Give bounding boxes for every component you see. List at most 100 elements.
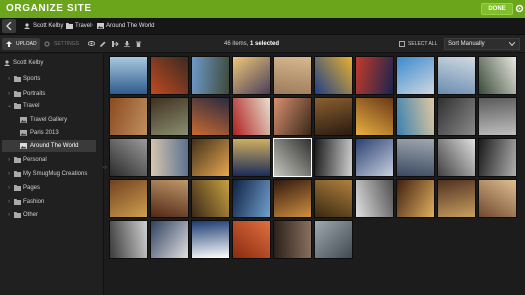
gallery-icon (20, 130, 27, 136)
photo-thumbnail[interactable] (437, 56, 476, 95)
photo-thumbnail[interactable] (232, 220, 271, 259)
sidebar-item-root[interactable]: Scott Kelby (0, 57, 103, 69)
photo-thumbnail[interactable] (355, 97, 394, 136)
folder-icon (14, 76, 21, 82)
photo-thumbnail[interactable] (232, 179, 271, 218)
photo-thumbnail[interactable] (314, 220, 353, 259)
photo-thumbnail[interactable] (150, 97, 189, 136)
photo-thumbnail[interactable] (273, 56, 312, 95)
photo-thumbnail[interactable] (478, 179, 517, 218)
photo-thumbnail[interactable] (191, 179, 230, 218)
item-count: 46 items, 1 selected (224, 41, 279, 47)
photo-thumbnail[interactable] (232, 56, 271, 95)
sidebar-item-label: Sports (23, 76, 41, 82)
photo-thumbnail[interactable] (191, 220, 230, 259)
sidebar-item-other[interactable]: › Other (0, 209, 103, 221)
move-icon[interactable] (112, 41, 119, 47)
photo-thumbnail[interactable] (273, 220, 312, 259)
checkbox-icon (399, 41, 405, 47)
breadcrumb-item-travel[interactable]: Travel (75, 23, 91, 29)
done-button[interactable]: DONE (481, 3, 513, 15)
photo-thumbnail[interactable] (396, 138, 435, 177)
photo-thumbnail[interactable] (109, 179, 148, 218)
chevron-right-icon: › (8, 76, 10, 82)
breadcrumb-item-root[interactable]: Scott Kelby (33, 23, 63, 29)
sort-dropdown[interactable]: Sort Manually (444, 38, 520, 50)
photo-thumbnail[interactable] (437, 138, 476, 177)
gear-icon[interactable] (515, 4, 524, 13)
sidebar-item-fashion[interactable]: › Fashion (0, 196, 103, 208)
photo-thumbnail[interactable] (314, 179, 353, 218)
chevron-right-icon: › (8, 199, 10, 205)
photo-thumbnail[interactable] (478, 97, 517, 136)
edit-icon[interactable] (100, 41, 106, 47)
photo-thumbnail[interactable] (109, 97, 148, 136)
sidebar-item-travel-gallery[interactable]: Travel Gallery (0, 114, 103, 126)
sidebar-item-portraits[interactable]: › Portraits (0, 88, 103, 100)
photo-thumbnail[interactable] (396, 97, 435, 136)
sidebar-item-label: Fashion (23, 199, 45, 205)
photo-grid (107, 54, 525, 295)
sidebar-item-my-smugmug-creations[interactable]: › My SmugMug Creations (0, 168, 103, 180)
photo-thumbnail[interactable] (478, 138, 517, 177)
photo-thumbnail[interactable] (314, 97, 353, 136)
sidebar-item-pages[interactable]: › Pages (0, 182, 103, 194)
sidebar-item-personal[interactable]: › Personal (0, 154, 103, 166)
photo-thumbnail[interactable] (437, 97, 476, 136)
gallery-icon (97, 23, 104, 29)
photo-thumbnail[interactable] (109, 138, 148, 177)
select-all-button[interactable]: SELECT ALL (397, 38, 437, 50)
folder-icon (14, 212, 21, 218)
sidebar-item-label: Other (23, 212, 39, 218)
folder-icon (14, 199, 21, 205)
photo-thumbnail[interactable] (191, 97, 230, 136)
photo-thumbnail[interactable] (273, 97, 312, 136)
photo-thumbnail[interactable] (150, 220, 189, 259)
back-button[interactable] (2, 19, 16, 33)
photo-thumbnail[interactable] (109, 56, 148, 95)
photo-thumbnail[interactable] (273, 179, 312, 218)
photo-thumbnail[interactable] (109, 220, 148, 259)
sidebar-item-sports[interactable]: › Sports (0, 73, 103, 85)
sidebar-item-travel[interactable]: ⌄ Travel (0, 100, 103, 112)
photo-thumbnail[interactable] (314, 138, 353, 177)
sidebar-item-label: Paris 2013 (30, 130, 59, 136)
photo-thumbnail[interactable] (191, 56, 230, 95)
photo-thumbnail[interactable] (437, 179, 476, 218)
photo-thumbnail[interactable] (478, 56, 517, 95)
settings-button[interactable]: SETTINGS (40, 38, 80, 50)
photo-thumbnail[interactable] (396, 179, 435, 218)
chevron-right-icon: › (8, 185, 10, 191)
breadcrumb-separator: › (91, 22, 94, 29)
sidebar-item-around-the-world[interactable]: Around The World (2, 140, 96, 152)
eye-icon[interactable] (88, 41, 95, 46)
sidebar-item-label: Pages (23, 185, 41, 191)
photo-thumbnail[interactable] (150, 179, 189, 218)
upload-button[interactable]: UPLOAD (2, 38, 40, 50)
item-count-selected: 1 selected (250, 41, 280, 47)
sidebar-item-label: Travel Gallery (30, 117, 68, 123)
photo-thumbnail[interactable] (273, 138, 312, 177)
photo-thumbnail[interactable] (191, 138, 230, 177)
chevron-left-icon (6, 22, 12, 30)
upload-label: UPLOAD (16, 41, 37, 47)
photo-thumbnail[interactable] (314, 56, 353, 95)
photo-thumbnail[interactable] (355, 179, 394, 218)
sidebar: Scott Kelby › Sports › Portraits ⌄ Trave… (0, 54, 104, 295)
photo-thumbnail[interactable] (150, 56, 189, 95)
photo-thumbnail[interactable] (355, 138, 394, 177)
gallery-icon (20, 143, 27, 149)
chevron-down-icon (509, 42, 515, 46)
select-all-label: SELECT ALL (408, 41, 438, 47)
settings-label: SETTINGS (54, 41, 80, 47)
sort-value: Sort Manually (448, 41, 485, 47)
photo-thumbnail[interactable] (355, 56, 394, 95)
chevron-right-icon: › (8, 157, 10, 163)
download-icon[interactable] (124, 41, 130, 47)
sidebar-item-paris-2013[interactable]: Paris 2013 (0, 127, 103, 139)
photo-thumbnail[interactable] (396, 56, 435, 95)
photo-thumbnail[interactable] (150, 138, 189, 177)
trash-icon[interactable] (136, 41, 141, 47)
photo-thumbnail[interactable] (232, 97, 271, 136)
photo-thumbnail[interactable] (232, 138, 271, 177)
